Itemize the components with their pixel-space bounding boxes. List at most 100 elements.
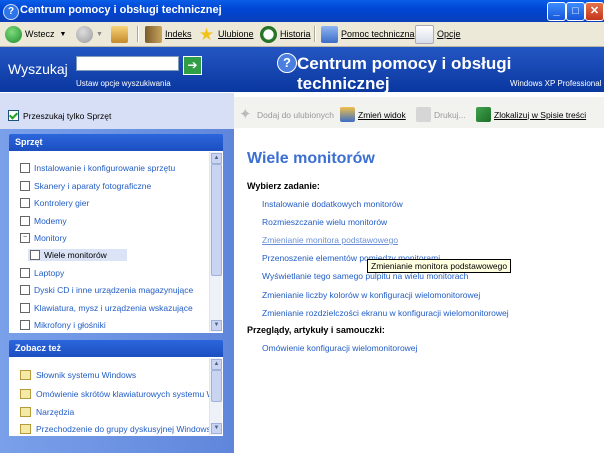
list-item[interactable]: Kontrolery gier [20,198,89,208]
chevron-down-icon[interactable]: ▼ [96,31,103,38]
minimize-button[interactable]: _ [547,2,566,21]
task-link-hovered[interactable]: Zmienianie monitora podstawowego [262,235,398,245]
print-label: Drukuj... [434,109,466,120]
hardware-list: Instalowanie i konfigurowanie sprzętu Sk… [9,151,223,333]
locate-in-contents-button[interactable]: Zlokalizuj w Spisie treści [476,107,586,122]
search-label: Wyszukaj [8,61,68,77]
list-item[interactable]: Laptopy [20,268,64,278]
link-tooltip: Zmienianie monitora podstawowego [367,259,512,273]
scroll-up-icon[interactable]: ▲ [211,359,222,370]
favorites-label: Ulubione [218,29,254,39]
checkbox-checked-icon[interactable] [8,110,19,121]
list-item[interactable]: Skanery i aparaty fotograficzne [20,181,151,191]
scroll-thumb[interactable] [211,164,222,276]
list-item-label: Klawiatura, mysz i urządzenia wskazujące [34,303,193,313]
locate-label: Zlokalizuj w Spisie treści [494,109,587,120]
options-button[interactable]: Opcje [415,24,461,44]
task-link[interactable]: Zmienianie liczby kolorów w konfiguracji… [262,290,480,300]
list-item-selected[interactable]: Wiele monitorów [28,249,127,261]
scroll-up-icon[interactable]: ▲ [211,153,222,164]
book-icon [145,25,162,43]
add-favorites-label: Dodaj do ulubionych [257,109,335,120]
search-only-checkbox[interactable]: Przeszukaj tylko Sprzęt [8,110,111,121]
search-go-button[interactable]: ➔ [183,56,202,75]
search-options-link[interactable]: Ustaw opcje wyszukiwania [76,79,171,88]
overview-link[interactable]: Omówienie konfiguracji wielomonitorowej [262,343,417,353]
list-item[interactable]: Słownik systemu Windows [20,370,136,380]
window-title: Centrum pomocy i obsługi technicznej [20,4,222,16]
scroll-thumb[interactable] [211,370,222,402]
chevron-down-icon[interactable]: ▼ [60,31,67,38]
list-item-label: Kontrolery gier [34,198,90,208]
hardware-scrollbar[interactable]: ▲ ▼ [209,152,222,332]
history-clock-icon [260,25,277,43]
task-link[interactable]: Zmienianie rozdzielczości ekranu w konfi… [262,308,509,318]
see-also-panel-title: Zobacz też [9,340,223,357]
star-add-icon: ✦ [239,106,252,123]
help-center-icon: ? [3,4,19,20]
favorites-button[interactable]: ★ Ulubione [198,25,254,43]
list-item-label: Skanery i aparaty fotograficzne [34,181,152,191]
home-button[interactable] [111,25,131,43]
list-item-label: Dyski CD i inne urządzenia magazynujące [34,285,194,295]
back-arrow-icon [5,25,22,43]
search-input[interactable] [76,56,179,71]
forward-button[interactable]: ▼ [76,25,103,43]
scroll-down-icon[interactable]: ▼ [211,320,222,331]
task-heading: Wybierz zadanie: [247,181,320,191]
support-label: Pomoc techniczna [341,29,415,39]
see-also-list: Słownik systemu Windows Omówienie skrótó… [9,357,223,436]
forward-arrow-icon [76,25,93,43]
list-item[interactable]: Omówienie skrótów klawiaturowych systemu… [20,389,221,399]
scroll-down-icon[interactable]: ▼ [211,423,222,434]
help-center-icon: ? [277,53,297,73]
list-item[interactable]: Mikrofony i głośniki [20,320,106,330]
list-item[interactable]: Klawiatura, mysz i urządzenia wskazujące [20,303,193,313]
maximize-button[interactable]: □ [566,2,585,21]
title-bar[interactable]: ? Centrum pomocy i obsługi technicznej _… [0,0,604,22]
task-link[interactable]: Rozmieszczanie wielu monitorów [262,217,387,227]
topic-box-icon [20,163,30,173]
topic-box-icon [20,216,30,226]
list-item-label: Laptopy [34,268,65,278]
history-button[interactable]: Historia [260,25,311,43]
change-view-button[interactable]: Zmień widok [340,107,406,122]
help-page-icon [20,370,31,380]
list-item-label: Słownik systemu Windows [36,370,137,380]
list-item[interactable]: Narzędzia [20,407,74,417]
options-label: Opcje [437,29,461,39]
index-button[interactable]: Indeks [145,25,192,43]
header-title: Centrum pomocy i obsługi technicznej [297,54,512,93]
list-item[interactable]: Modemy [20,216,67,226]
help-page-icon [20,407,31,417]
back-label: Wstecz [25,29,55,39]
printer-icon [416,107,431,122]
main-toolbar: Wstecz ▼ ▼ Indeks ★ Ulubione Historia Po… [0,22,604,47]
topic-box-icon [20,303,30,313]
hardware-panel-title: Sprzęt [9,134,223,151]
collapse-box-icon: − [20,233,30,243]
history-label: Historia [280,29,311,39]
list-item[interactable]: Instalowanie i konfigurowanie sprzętu [20,163,175,173]
change-view-icon [340,107,355,122]
list-item[interactable]: Przechodzenie do grupy dyskusyjnej Windo… [20,424,211,434]
search-scope-area: Przeszukaj tylko Sprzęt [0,93,234,129]
list-item-label: Instalowanie i konfigurowanie sprzętu [34,163,176,173]
see-also-scrollbar[interactable]: ▲ ▼ [209,358,222,435]
index-label: Indeks [165,29,192,39]
overview-heading: Przeglądy, artykuły i samouczki: [247,325,385,335]
back-button[interactable]: Wstecz ▼ [5,25,66,43]
list-item[interactable]: − Monitory [20,233,67,243]
print-button[interactable]: Drukuj... [416,107,466,122]
task-link[interactable]: Instalowanie dodatkowych monitorów [262,199,403,209]
topic-box-icon [20,268,30,278]
topic-box-icon [20,320,30,330]
support-button[interactable]: Pomoc techniczna [321,25,415,43]
search-only-label: Przeszukaj tylko Sprzęt [23,110,112,121]
list-item-label: Narzędzia [36,407,75,417]
add-favorites-button[interactable]: ✦ Dodaj do ulubionych [239,107,334,122]
options-checklist-icon [415,24,434,44]
close-button[interactable]: ✕ [585,2,604,21]
star-icon: ★ [198,24,215,44]
list-item[interactable]: Dyski CD i inne urządzenia magazynujące [20,285,193,295]
